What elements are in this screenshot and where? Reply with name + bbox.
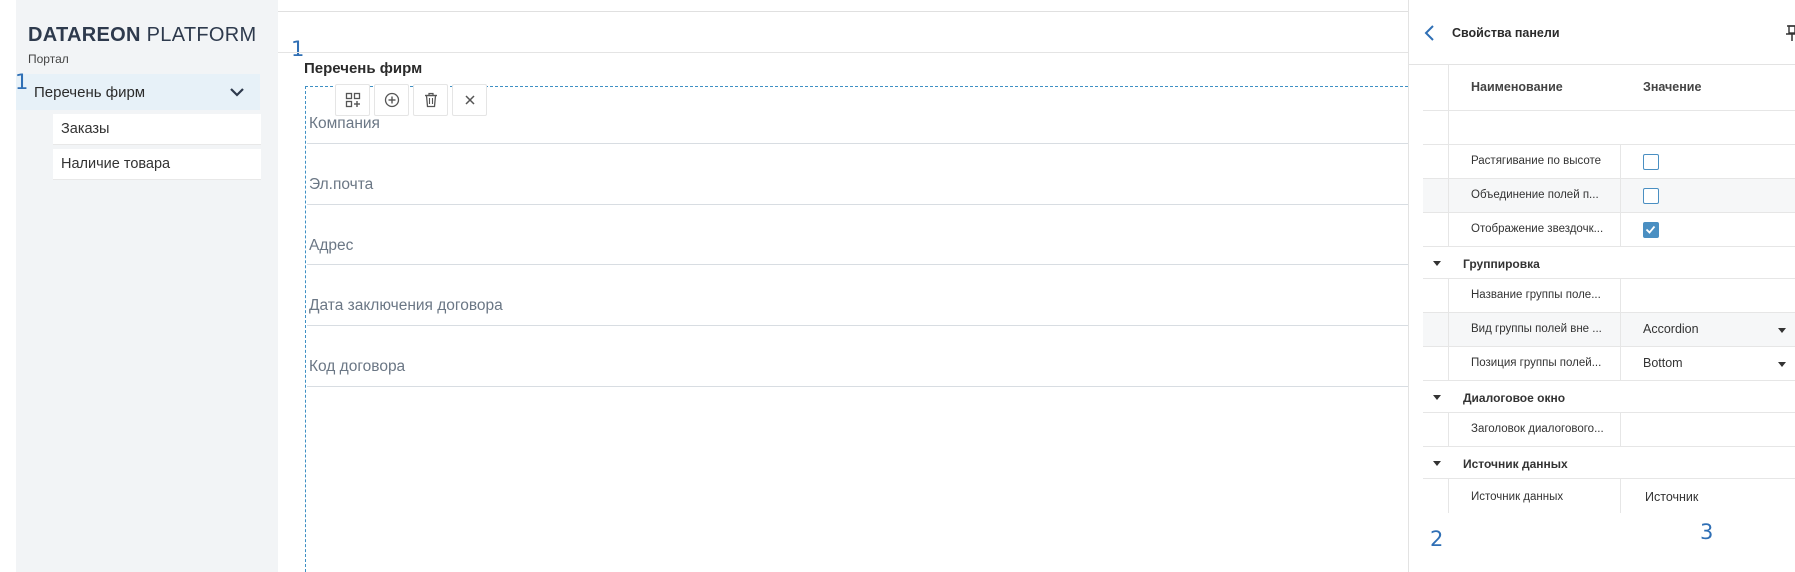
trash-icon bbox=[424, 92, 437, 108]
check-icon bbox=[1645, 225, 1656, 234]
grid-header: Наименование Значение bbox=[1423, 65, 1795, 111]
brand-light: PLATFORM bbox=[146, 24, 257, 46]
marker-grid: 2 bbox=[1430, 527, 1444, 551]
element-toolbar bbox=[335, 84, 487, 116]
merge-checkbox[interactable] bbox=[1643, 188, 1659, 204]
grid-row-empty bbox=[1423, 111, 1795, 145]
plus-circle-icon bbox=[384, 92, 399, 108]
prop-name-datasource: Источник данных bbox=[1471, 491, 1564, 503]
marker-nav: 1 bbox=[15, 70, 29, 94]
section-title-dialog: Диалоговое окно bbox=[1463, 391, 1566, 405]
dropdown-arrow-icon[interactable] bbox=[1778, 328, 1786, 333]
pin-icon[interactable] bbox=[1785, 24, 1795, 42]
top-divider bbox=[278, 11, 1408, 12]
marker-canvas: 1 bbox=[291, 37, 305, 61]
caret-down-icon[interactable] bbox=[1433, 395, 1441, 400]
sidebar-group-firms[interactable]: Перечень фирм bbox=[16, 74, 260, 110]
stretch-checkbox[interactable] bbox=[1643, 154, 1659, 170]
prop-name-group-pos: Позиция группы полей... bbox=[1471, 357, 1602, 369]
prop-name-dialog-header: Заголовок диалогового... bbox=[1471, 423, 1604, 435]
caret-down-icon[interactable] bbox=[1433, 461, 1441, 466]
section-grouping[interactable]: Группировка bbox=[1423, 247, 1795, 279]
caret-down-icon[interactable] bbox=[1433, 261, 1441, 266]
grid-row[interactable]: Источник данных Источник bbox=[1423, 479, 1795, 513]
panel-header: Свойства панели bbox=[1409, 0, 1795, 65]
grid-row[interactable]: Объединение полей п... bbox=[1423, 179, 1795, 213]
add-to-grid-button[interactable] bbox=[335, 84, 370, 116]
brand-logo[interactable]: DATAREON PLATFORM bbox=[28, 24, 256, 47]
field-divider bbox=[307, 386, 1408, 387]
sidebar: DATAREON PLATFORM Портал Перечень фирм З… bbox=[16, 0, 278, 572]
app-root: DATAREON PLATFORM Портал Перечень фирм З… bbox=[0, 0, 1795, 572]
sidebar-item-orders[interactable]: Заказы bbox=[53, 114, 261, 145]
close-button[interactable] bbox=[452, 84, 487, 116]
add-button[interactable] bbox=[374, 84, 409, 116]
field-contract-code[interactable]: Код договора bbox=[309, 358, 405, 376]
section-title-grouping: Группировка bbox=[1463, 257, 1540, 271]
section-title-datasource: Источник данных bbox=[1463, 457, 1568, 471]
prop-name-group-name: Название группы поле... bbox=[1471, 289, 1601, 301]
canvas-top-line bbox=[278, 52, 1408, 53]
field-divider bbox=[307, 264, 1408, 265]
field-divider bbox=[307, 204, 1408, 205]
dropdown-arrow-icon[interactable] bbox=[1778, 362, 1786, 367]
asterisk-checkbox[interactable] bbox=[1643, 222, 1659, 238]
field-divider bbox=[307, 143, 1408, 144]
grid-row[interactable]: Отображение звездочк... bbox=[1423, 213, 1795, 247]
close-icon bbox=[464, 95, 475, 105]
panel-title: Свойства панели bbox=[1452, 26, 1560, 40]
marker-value: 3 bbox=[1700, 520, 1714, 544]
grid-row[interactable]: Вид группы полей вне ... Accordion bbox=[1423, 313, 1795, 347]
grid-row[interactable]: Растягивание по высоте bbox=[1423, 145, 1795, 179]
grid-row[interactable]: Позиция группы полей... Bottom bbox=[1423, 347, 1795, 381]
section-dialog[interactable]: Диалоговое окно bbox=[1423, 381, 1795, 413]
grid-row[interactable]: Заголовок диалогового... bbox=[1423, 413, 1795, 447]
col-header-name[interactable]: Наименование bbox=[1471, 80, 1563, 94]
prop-name-stretch: Растягивание по высоте bbox=[1471, 155, 1602, 167]
prop-name-merge: Объединение полей п... bbox=[1471, 189, 1599, 201]
grid-row[interactable]: Название группы поле... bbox=[1423, 279, 1795, 313]
section-datasource[interactable]: Источник данных bbox=[1423, 447, 1795, 479]
selection-border-left bbox=[305, 86, 306, 572]
properties-panel: Свойства панели Наименование Значение Ра… bbox=[1408, 0, 1795, 572]
brand-bold: DATAREON bbox=[28, 24, 141, 46]
field-contract-date[interactable]: Дата заключения договора bbox=[309, 297, 503, 315]
col-header-value[interactable]: Значение bbox=[1643, 80, 1701, 94]
chevron-down-icon[interactable] bbox=[228, 83, 246, 101]
portal-label: Портал bbox=[28, 52, 69, 66]
datasource-value[interactable]: Источник bbox=[1645, 490, 1698, 504]
delete-button[interactable] bbox=[413, 84, 448, 116]
prop-name-group-view: Вид группы полей вне ... bbox=[1471, 323, 1602, 335]
sidebar-group-label: Перечень фирм bbox=[34, 83, 146, 101]
field-company[interactable]: Компания bbox=[309, 115, 380, 133]
prop-name-asterisk: Отображение звездочк... bbox=[1471, 223, 1604, 235]
field-divider bbox=[307, 325, 1408, 326]
sidebar-item-stock[interactable]: Наличие товара bbox=[53, 149, 261, 180]
group-pos-select[interactable]: Bottom bbox=[1643, 356, 1683, 370]
group-view-select[interactable]: Accordion bbox=[1643, 322, 1699, 336]
field-address[interactable]: Адрес bbox=[309, 237, 353, 255]
field-email[interactable]: Эл.почта bbox=[309, 176, 373, 194]
back-arrow-icon[interactable] bbox=[1423, 24, 1437, 42]
grid-add-icon bbox=[345, 92, 360, 108]
page-title: Перечень фирм bbox=[304, 60, 423, 77]
